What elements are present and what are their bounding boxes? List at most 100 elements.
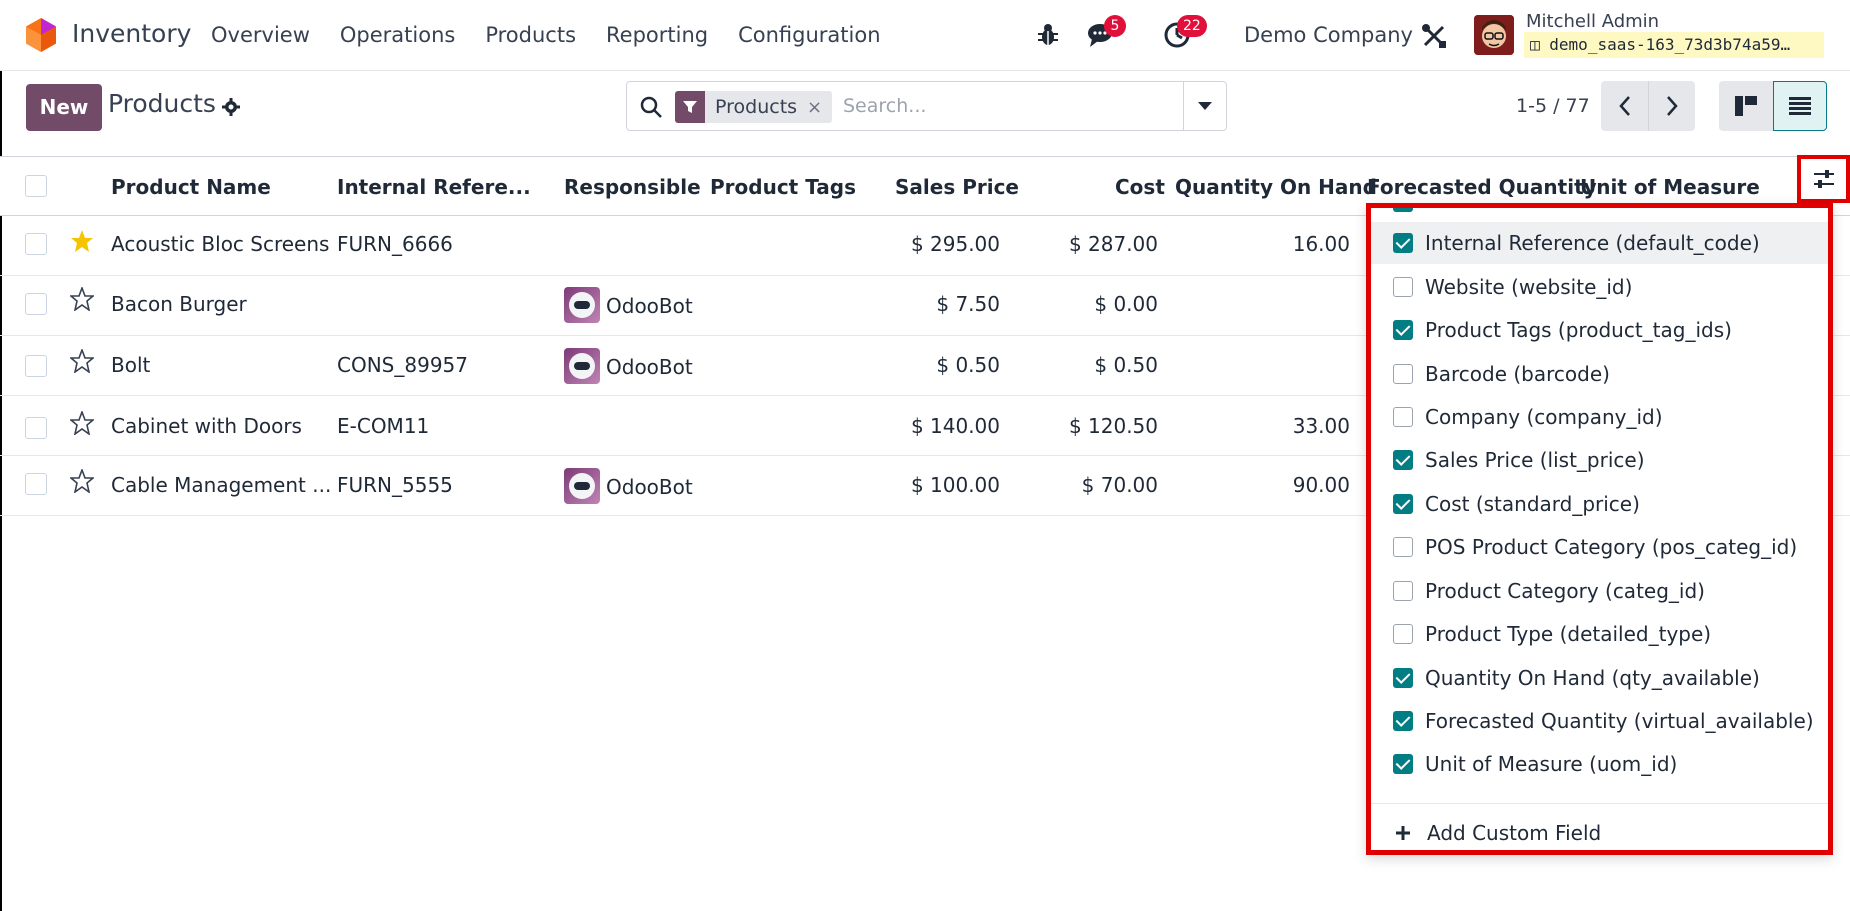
activities-count-badge: 22 xyxy=(1177,15,1207,37)
user-avatar-image xyxy=(1474,15,1514,55)
optional-column-pos-product-category[interactable]: POS Product Category (pos_categ_id) xyxy=(1371,526,1828,568)
menu-operations[interactable]: Operations xyxy=(340,23,455,47)
odoo-app-logo-icon[interactable] xyxy=(24,17,58,53)
caret-down-icon xyxy=(1198,102,1212,110)
search-options-toggle[interactable] xyxy=(1183,82,1226,130)
app-name[interactable]: Inventory xyxy=(72,19,191,48)
optional-column-unit-of-measure[interactable]: Unit of Measure (uom_id) xyxy=(1371,743,1828,785)
row-checkbox[interactable] xyxy=(25,355,47,377)
odoobot-avatar xyxy=(564,468,600,504)
column-header-responsible[interactable]: Responsible xyxy=(564,175,701,199)
column-header-forecasted-quantity[interactable]: Forecasted Quantity xyxy=(1367,175,1597,199)
checkbox-checked[interactable] xyxy=(1393,450,1413,470)
checkbox-checked[interactable] xyxy=(1393,668,1413,688)
search-input[interactable]: Search... xyxy=(843,95,926,117)
menu-configuration[interactable]: Configuration xyxy=(738,23,880,47)
optional-columns-toggle-button[interactable] xyxy=(1797,155,1850,203)
optional-column-company[interactable]: Company (company_id) xyxy=(1371,396,1828,438)
checkbox-checked[interactable] xyxy=(1393,494,1413,514)
company-switcher[interactable]: Demo Company xyxy=(1244,23,1413,47)
divider xyxy=(1371,803,1828,804)
internal-reference: E-COM11 xyxy=(337,414,430,438)
optional-column-internal-reference[interactable]: Internal Reference (default_code) xyxy=(1371,222,1828,264)
gear-icon[interactable] xyxy=(221,97,241,117)
new-button[interactable]: New xyxy=(26,84,102,131)
tools-settings-icon[interactable] xyxy=(1420,22,1448,50)
checkbox-unchecked[interactable] xyxy=(1393,364,1413,384)
optional-column-product-category[interactable]: Product Category (categ_id) xyxy=(1371,570,1828,612)
optional-column-website[interactable]: Website (website_id) xyxy=(1371,266,1828,308)
checkbox-checked[interactable] xyxy=(1393,711,1413,731)
facet-remove-icon[interactable]: × xyxy=(807,97,832,118)
optional-column-label: Forecasted Quantity (virtual_available) xyxy=(1425,709,1814,733)
sales-price: $ 0.50 xyxy=(936,353,1000,377)
checkbox-checked[interactable] xyxy=(1393,233,1413,253)
product-name: Cable Management ... xyxy=(111,473,332,497)
row-checkbox[interactable] xyxy=(25,417,47,439)
column-header-product-name[interactable]: Product Name xyxy=(111,175,271,199)
kanban-icon xyxy=(1735,96,1757,116)
quantity-on-hand: 33.00 xyxy=(1292,414,1350,438)
search-icon[interactable] xyxy=(639,95,663,119)
favorite-star-outline-icon[interactable] xyxy=(70,469,94,493)
odoobot-avatar xyxy=(564,348,600,384)
messages-count-badge: 5 xyxy=(1104,15,1126,37)
optional-column-barcode[interactable]: Barcode (barcode) xyxy=(1371,353,1828,395)
user-name[interactable]: Mitchell Admin xyxy=(1526,11,1659,32)
favorite-star-outline-icon[interactable] xyxy=(70,287,94,311)
optional-column-product-tags[interactable]: Product Tags (product_tag_ids) xyxy=(1371,309,1828,351)
checkbox-unchecked[interactable] xyxy=(1393,537,1413,557)
page-title[interactable]: Products xyxy=(108,89,216,118)
checkbox-unchecked[interactable] xyxy=(1393,407,1413,427)
cost: $ 70.00 xyxy=(1081,473,1158,497)
kanban-view-button[interactable] xyxy=(1719,81,1773,131)
menu-overview[interactable]: Overview xyxy=(211,23,310,47)
column-header-cost[interactable]: Cost xyxy=(1115,175,1165,199)
column-header-unit-of-measure[interactable]: Unit of Measure xyxy=(1580,175,1760,199)
row-checkbox[interactable] xyxy=(25,233,47,255)
checkbox-checked[interactable] xyxy=(1393,320,1413,340)
optional-column-label: Unit of Measure (uom_id) xyxy=(1425,752,1678,776)
optional-column-product-type[interactable]: Product Type (detailed_type) xyxy=(1371,613,1828,655)
pager-next-button[interactable] xyxy=(1648,81,1695,131)
responsible-name: OdooBot xyxy=(606,355,693,379)
favorite-star-outline-icon[interactable] xyxy=(70,411,94,435)
chevron-right-icon xyxy=(1667,96,1678,116)
sales-price: $ 100.00 xyxy=(910,473,1000,497)
menu-products[interactable]: Products xyxy=(485,23,576,47)
debug-bug-icon[interactable] xyxy=(1035,22,1061,48)
optional-column-forecasted-quantity[interactable]: Forecasted Quantity (virtual_available) xyxy=(1371,700,1828,742)
facet-label: Products xyxy=(715,96,798,118)
search-bar: Products × Search... xyxy=(626,81,1227,131)
optional-column-label: Sales Price (list_price) xyxy=(1425,448,1645,472)
list-icon xyxy=(1789,97,1811,115)
checkbox-unchecked[interactable] xyxy=(1393,624,1413,644)
checkbox-unchecked[interactable] xyxy=(1393,581,1413,601)
menu-reporting[interactable]: Reporting xyxy=(606,23,708,47)
favorite-star-outline-icon[interactable] xyxy=(70,349,94,373)
optional-column-label: Quantity On Hand (qty_available) xyxy=(1425,666,1760,690)
optional-column-sales-price[interactable]: Sales Price (list_price) xyxy=(1371,439,1828,481)
pager-previous-button[interactable] xyxy=(1601,81,1648,131)
checkbox-checked[interactable] xyxy=(1393,754,1413,774)
add-custom-field-button[interactable]: Add Custom Field xyxy=(1395,821,1601,845)
row-checkbox[interactable] xyxy=(25,473,47,495)
checkbox-scrolled-partial xyxy=(1393,208,1413,212)
column-header-quantity-on-hand[interactable]: Quantity On Hand xyxy=(1175,175,1377,199)
sales-price: $ 295.00 xyxy=(910,232,1000,256)
column-header-sales-price[interactable]: Sales Price xyxy=(895,175,1019,199)
optional-column-cost[interactable]: Cost (standard_price) xyxy=(1371,483,1828,525)
row-checkbox[interactable] xyxy=(25,293,47,315)
optional-column-quantity-on-hand[interactable]: Quantity On Hand (qty_available) xyxy=(1371,657,1828,699)
pager-value[interactable]: 1-5 / 77 xyxy=(1516,95,1590,117)
optional-column-label: Website (website_id) xyxy=(1425,275,1633,299)
column-header-product-tags[interactable]: Product Tags xyxy=(710,175,856,199)
user-avatar[interactable] xyxy=(1474,15,1514,55)
optional-column-label: Barcode (barcode) xyxy=(1425,362,1610,386)
select-all-checkbox[interactable] xyxy=(25,175,47,197)
list-view-button[interactable] xyxy=(1773,81,1827,131)
checkbox-unchecked[interactable] xyxy=(1393,277,1413,297)
database-name: ◫ demo_saas-163_73d3b74a59… xyxy=(1524,32,1824,58)
favorite-star-filled-icon[interactable] xyxy=(70,229,94,253)
column-header-internal-reference[interactable]: Internal Refere... xyxy=(337,175,531,199)
